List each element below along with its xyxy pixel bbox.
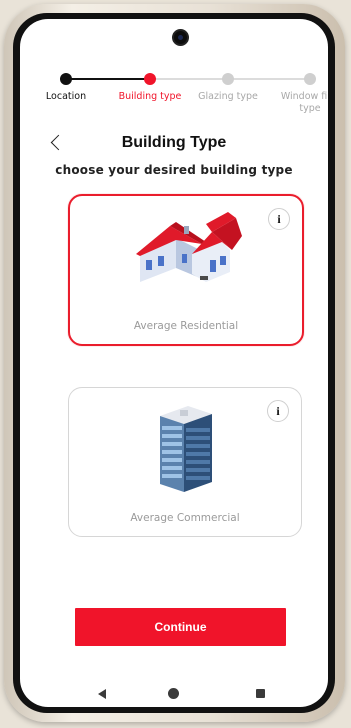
step-dot-glazing-type[interactable] <box>222 73 234 85</box>
front-camera <box>172 29 189 46</box>
info-icon[interactable]: i <box>268 208 290 230</box>
continue-button[interactable]: Continue <box>75 608 286 646</box>
option-label-residential: Average Residential <box>133 320 239 332</box>
step-label-window-film-type: Window film type <box>280 91 328 114</box>
house-icon <box>136 212 242 282</box>
step-label-glazing-type: Glazing type <box>198 91 258 102</box>
info-icon[interactable]: i <box>267 400 289 422</box>
back-icon[interactable] <box>98 689 106 699</box>
stepper-line-todo <box>228 78 310 80</box>
app-screen: Location Building type Glazing type Wind… <box>20 19 328 707</box>
step-label-building-type: Building type <box>118 91 182 102</box>
option-card-commercial[interactable]: i Average Commercial <box>68 387 302 537</box>
stepper-line-done <box>66 78 150 80</box>
page-subtitle: choose your desired building type <box>55 163 293 177</box>
office-building-icon <box>160 406 212 492</box>
page-title: Building Type <box>121 134 227 151</box>
home-icon[interactable] <box>168 688 179 699</box>
step-label-location: Location <box>45 91 87 102</box>
stepper-line-todo <box>150 78 228 80</box>
progress-stepper: Location Building type Glazing type Wind… <box>20 65 328 125</box>
step-dot-building-type[interactable] <box>144 73 156 85</box>
phone-frame: Location Building type Glazing type Wind… <box>4 4 345 722</box>
option-label-commercial: Average Commercial <box>130 512 240 524</box>
step-dot-window-film-type[interactable] <box>304 73 316 85</box>
option-card-residential[interactable]: i Average Residential <box>68 194 304 346</box>
step-dot-location[interactable] <box>60 73 72 85</box>
recents-icon[interactable] <box>256 689 265 698</box>
phone-bezel: Location Building type Glazing type Wind… <box>13 13 335 713</box>
system-nav-bar <box>20 683 328 707</box>
